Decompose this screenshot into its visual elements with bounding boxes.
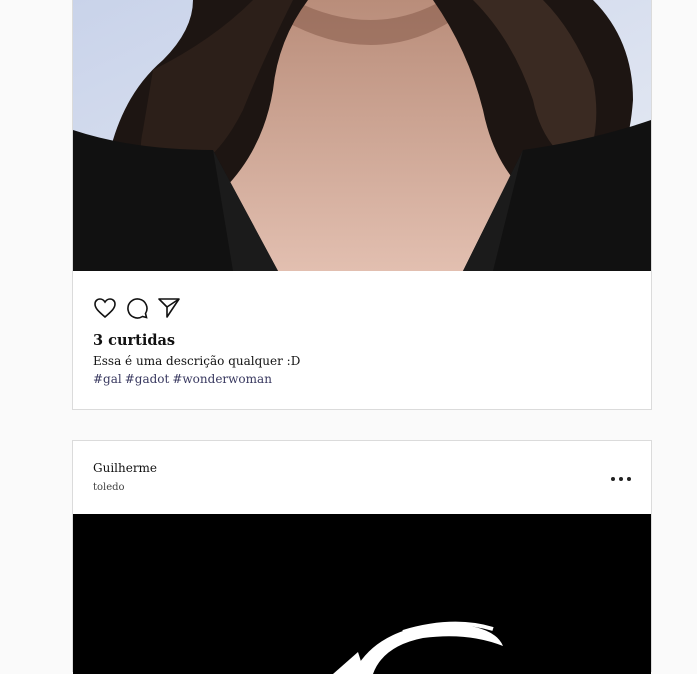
post-image[interactable]: [73, 0, 651, 271]
likes-count[interactable]: 3 curtidas: [93, 332, 175, 349]
comment-icon[interactable]: [125, 296, 149, 320]
post-image[interactable]: [73, 514, 651, 674]
post-card: 3 curtidas Essa é uma descrição qualquer…: [72, 0, 652, 410]
send-icon[interactable]: [157, 296, 181, 320]
hashtag-link[interactable]: #gadot: [125, 372, 170, 386]
post-header: Guilherme toledo: [73, 441, 651, 514]
post-caption: Essa é uma descrição qualquer :D: [93, 354, 301, 368]
hashtag-link[interactable]: #wonderwoman: [172, 372, 272, 386]
more-options-icon[interactable]: [611, 469, 631, 489]
post-card: Guilherme toledo: [72, 440, 652, 674]
heart-icon[interactable]: [93, 296, 117, 320]
post-location[interactable]: toledo: [93, 482, 125, 493]
hashtag-list: #gal #gadot #wonderwoman: [93, 372, 272, 386]
post-username[interactable]: Guilherme: [93, 461, 157, 475]
post-actions: [93, 296, 181, 320]
hashtag-link[interactable]: #gal: [93, 372, 122, 386]
